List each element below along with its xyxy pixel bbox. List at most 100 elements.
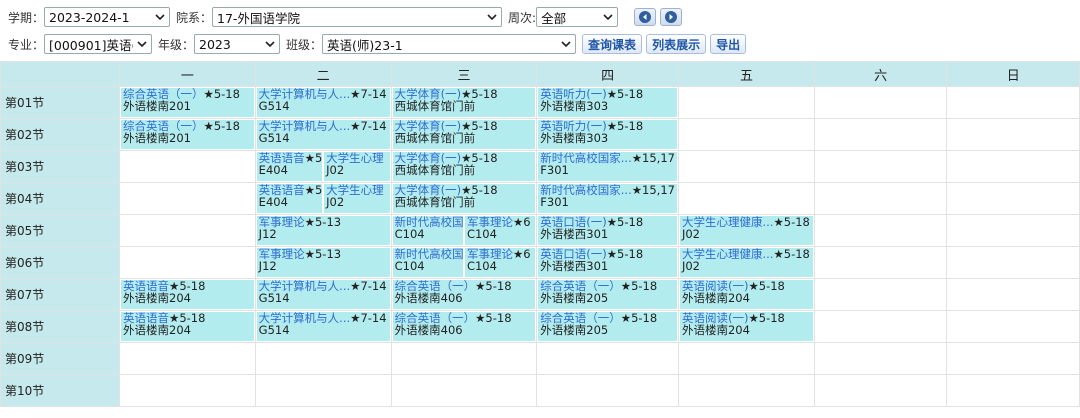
course-entry[interactable]: 军事理论★5-13 J12	[256, 216, 390, 245]
course-entry[interactable]: 综合英语（一）★5-18 外语楼南205	[538, 280, 677, 309]
course-entry[interactable]: 英语口语(一)★5-18 外语楼西301	[538, 216, 677, 245]
timetable-cell[interactable]	[813, 342, 948, 375]
timetable-cell[interactable]	[813, 118, 948, 151]
course-entry[interactable]: 新时代高校国 C104	[392, 216, 463, 245]
timetable-cell[interactable]: 大学体育(一)★5-18 西城体育馆门前	[390, 182, 538, 215]
timetable-cell[interactable]	[946, 150, 1080, 183]
timetable-cell[interactable]: 综合英语（一）★5-18 外语楼南406	[390, 310, 538, 343]
timetable-cell[interactable]: 英语语音★5-18 外语楼南204	[119, 278, 256, 311]
timetable-cell[interactable]	[946, 182, 1080, 215]
timetable-cell[interactable]	[677, 86, 815, 119]
timetable-cell[interactable]	[813, 182, 948, 215]
timetable-cell[interactable]: 英语语音★5-18 外语楼南204	[119, 310, 256, 343]
timetable-cell[interactable]	[813, 278, 948, 311]
timetable-cell[interactable]: 英语口语(一)★5-18 外语楼西301	[536, 214, 679, 247]
week-select[interactable]: 全部	[536, 7, 619, 27]
timetable-cell[interactable]: 大学计算机与人...★7-14 G514	[254, 278, 392, 311]
timetable-cell[interactable]: 英语听力(一)★5-18 外语楼南303	[536, 86, 679, 119]
timetable-cell[interactable]	[677, 150, 815, 183]
timetable-cell[interactable]: 综合英语（一）★5-18 外语楼南406	[390, 278, 538, 311]
timetable-cell[interactable]	[946, 86, 1080, 119]
timetable-cell[interactable]	[119, 246, 256, 279]
course-entry[interactable]: 大学生心理 J02	[324, 184, 390, 213]
timetable-cell[interactable]	[813, 310, 948, 343]
timetable-cell[interactable]: 新时代高校国家...★15,17 F301	[536, 182, 679, 215]
timetable-cell[interactable]: 新时代高校国 C104 军事理论★6 C104	[390, 246, 538, 279]
course-entry[interactable]: 英语阅读(一)★5-18 外语楼南204	[679, 312, 813, 341]
course-entry[interactable]: 英语语音★5 E404	[256, 184, 323, 213]
timetable-cell[interactable]: 大学体育(一)★5-18 西城体育馆门前	[390, 150, 538, 183]
timetable-cell[interactable]: 军事理论★5-13 J12	[254, 214, 392, 247]
course-entry[interactable]: 英语语音★5-18 外语楼南204	[121, 312, 254, 341]
course-entry[interactable]: 新时代高校国家...★15,17 F301	[538, 184, 677, 213]
dept-select[interactable]: 17-外国语学院	[212, 7, 503, 27]
timetable-cell[interactable]: 综合英语（一）★5-18 外语楼南205	[536, 310, 679, 343]
timetable-cell[interactable]	[946, 214, 1080, 247]
timetable-cell[interactable]: 大学计算机与人...★7-14 G514	[254, 86, 392, 119]
timetable-cell[interactable]	[119, 374, 256, 407]
timetable-cell[interactable]	[254, 342, 392, 375]
timetable-cell[interactable]	[254, 374, 392, 407]
course-entry[interactable]: 大学生心理健康...★5-18 J02	[679, 216, 813, 245]
timetable-cell[interactable]: 英语阅读(一)★5-18 外语楼南204	[677, 278, 815, 311]
timetable-cell[interactable]: 大学体育(一)★5-18 西城体育馆门前	[390, 86, 538, 119]
timetable-cell[interactable]: 大学生心理健康...★5-18 J02	[677, 214, 815, 247]
timetable-cell[interactable]	[813, 150, 948, 183]
term-select[interactable]: 2023-2024-1	[44, 7, 171, 27]
timetable-cell[interactable]: 英语听力(一)★5-18 外语楼南303	[536, 118, 679, 151]
timetable-cell[interactable]	[946, 374, 1080, 407]
timetable-cell[interactable]: 军事理论★5-13 J12	[254, 246, 392, 279]
prev-week-button[interactable]	[634, 8, 657, 26]
course-entry[interactable]: 大学计算机与人...★7-14 G514	[256, 280, 390, 309]
timetable-cell[interactable]: 大学计算机与人...★7-14 G514	[254, 118, 392, 151]
course-entry[interactable]: 大学计算机与人...★7-14 G514	[256, 88, 390, 117]
timetable-cell[interactable]	[119, 342, 256, 375]
timetable-cell[interactable]	[946, 246, 1080, 279]
course-entry[interactable]: 新时代高校国 C104	[392, 248, 463, 277]
timetable-cell[interactable]	[813, 86, 948, 119]
next-week-button[interactable]	[660, 8, 683, 26]
course-entry[interactable]: 英语听力(一)★5-18 外语楼南303	[538, 120, 677, 149]
timetable-cell[interactable]: 综合英语（一）★5-18 外语楼南201	[119, 86, 256, 119]
course-entry[interactable]: 英语阅读(一)★5-18 外语楼南204	[679, 280, 813, 309]
course-entry[interactable]: 英语听力(一)★5-18 外语楼南303	[538, 88, 677, 117]
course-entry[interactable]: 综合英语（一）★5-18 外语楼南205	[538, 312, 677, 341]
course-entry[interactable]: 英语语音★5 E404	[256, 152, 323, 181]
course-entry[interactable]: 大学生心理健康...★5-18 J02	[679, 248, 813, 277]
course-entry[interactable]: 军事理论★5-13 J12	[256, 248, 390, 277]
export-button[interactable]: 导出	[710, 34, 747, 54]
timetable-cell[interactable]	[536, 342, 679, 375]
timetable-cell[interactable]: 大学体育(一)★5-18 西城体育馆门前	[390, 118, 538, 151]
timetable-cell[interactable]	[536, 374, 679, 407]
timetable-cell[interactable]	[119, 214, 256, 247]
timetable-cell[interactable]	[946, 118, 1080, 151]
course-entry[interactable]: 大学计算机与人...★7-14 G514	[256, 120, 390, 149]
timetable-cell[interactable]	[119, 150, 256, 183]
course-entry[interactable]: 军事理论★6 C104	[464, 248, 536, 277]
course-entry[interactable]: 大学体育(一)★5-18 西城体育馆门前	[392, 88, 536, 117]
course-entry[interactable]: 大学体育(一)★5-18 西城体育馆门前	[392, 152, 536, 181]
timetable-cell[interactable]: 大学计算机与人...★7-14 G514	[254, 310, 392, 343]
timetable-cell[interactable]	[677, 182, 815, 215]
timetable-cell[interactable]	[946, 310, 1080, 343]
course-entry[interactable]: 英语口语(一)★5-18 外语楼西301	[538, 248, 677, 277]
timetable-cell[interactable]	[677, 342, 815, 375]
course-entry[interactable]: 大学计算机与人...★7-14 G514	[256, 312, 390, 341]
course-entry[interactable]: 综合英语（一）★5-18 外语楼南201	[121, 120, 254, 149]
timetable-cell[interactable]: 新时代高校国 C104 军事理论★6 C104	[390, 214, 538, 247]
timetable-cell[interactable]	[813, 246, 948, 279]
course-entry[interactable]: 军事理论★6 C104	[464, 216, 536, 245]
course-entry[interactable]: 大学体育(一)★5-18 西城体育馆门前	[392, 184, 536, 213]
course-entry[interactable]: 新时代高校国家...★15,17 F301	[538, 152, 677, 181]
timetable-cell[interactable]: 大学生心理健康...★5-18 J02	[677, 246, 815, 279]
timetable-cell[interactable]	[813, 374, 948, 407]
timetable-cell[interactable]	[946, 342, 1080, 375]
timetable-cell[interactable]: 综合英语（一）★5-18 外语楼南205	[536, 278, 679, 311]
query-timetable-button[interactable]: 查询课表	[582, 34, 643, 54]
timetable-cell[interactable]	[390, 374, 538, 407]
timetable-cell[interactable]: 新时代高校国家...★15,17 F301	[536, 150, 679, 183]
timetable-cell[interactable]: 英语语音★5 E404 大学生心理 J02	[254, 182, 392, 215]
course-entry[interactable]: 大学生心理 J02	[324, 152, 390, 181]
course-entry[interactable]: 综合英语（一）★5-18 外语楼南406	[392, 280, 536, 309]
timetable-cell[interactable]: 综合英语（一）★5-18 外语楼南201	[119, 118, 256, 151]
